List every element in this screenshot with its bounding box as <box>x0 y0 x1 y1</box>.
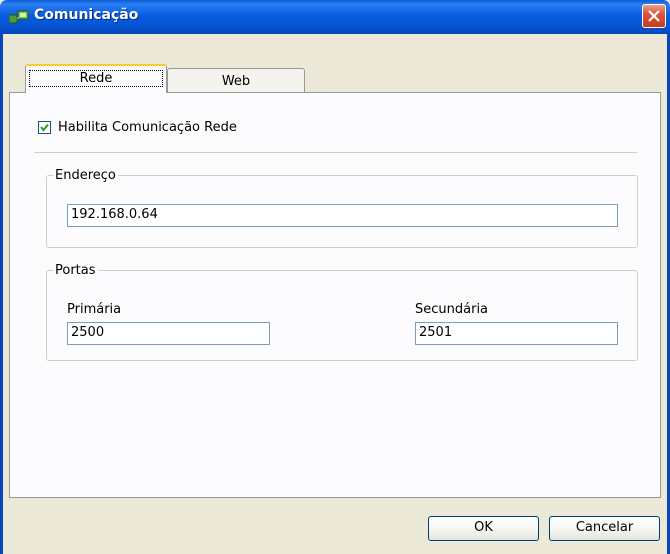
enable-network-checkbox[interactable] <box>38 121 51 134</box>
portas-group-label: Portas <box>55 263 96 278</box>
endereco-group-label: Endereço <box>55 168 116 183</box>
primaria-port-input[interactable]: 2500 <box>67 322 270 345</box>
close-icon <box>648 10 660 22</box>
close-button[interactable] <box>642 4 666 28</box>
portas-group: Portas <box>46 263 638 361</box>
window-title: Comunicação <box>34 7 139 23</box>
title-bar[interactable]: Comunicação <box>0 0 670 34</box>
primaria-label: Primária <box>67 302 122 317</box>
secundaria-port-input[interactable]: 2501 <box>415 322 618 345</box>
window-border-left <box>0 34 3 554</box>
ok-button[interactable]: OK <box>428 516 539 541</box>
divider <box>34 152 637 153</box>
enable-network-label: Habilita Comunicação Rede <box>58 120 237 135</box>
tab-web[interactable]: Web <box>167 68 305 93</box>
tab-rede-label: Rede <box>29 70 163 87</box>
tab-rede[interactable]: Rede <box>25 64 167 93</box>
network-icon <box>9 10 29 24</box>
cancel-button[interactable]: Cancelar <box>549 516 660 541</box>
checkmark-icon <box>40 123 49 132</box>
secundaria-label: Secundária <box>415 302 489 317</box>
endereco-input[interactable]: 192.168.0.64 <box>67 204 618 227</box>
tab-web-label: Web <box>221 74 251 89</box>
